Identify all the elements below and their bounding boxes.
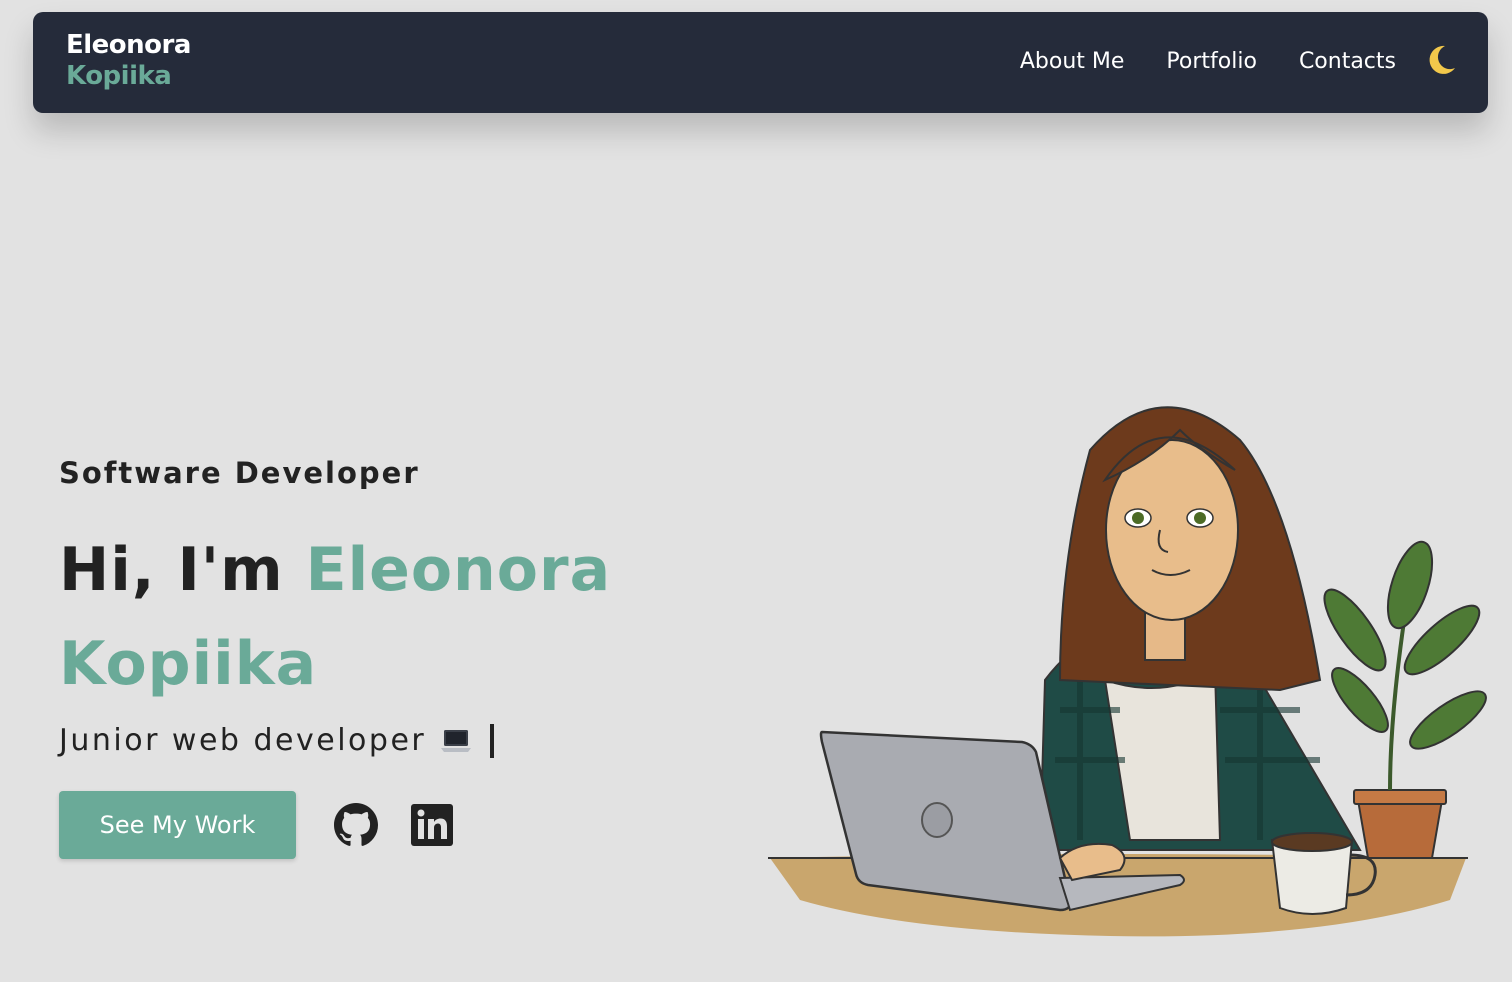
brand-first-name: Eleonora [66,30,191,60]
nav-link-portfolio[interactable]: Portfolio [1166,48,1257,76]
hero-actions: See My Work [59,791,679,859]
theme-toggle-button[interactable] [1423,42,1459,78]
brand-last-name: Kopiika [66,61,172,91]
linkedin-link[interactable] [410,803,454,847]
nav-link-contacts[interactable]: Contacts [1299,48,1396,76]
linkedin-icon [411,804,453,846]
nav-link-about-me[interactable]: About Me [1020,48,1125,76]
hero-section: Software Developer Hi, I'm Eleonora Kopii… [59,455,679,859]
hero-headline: Hi, I'm Eleonora Kopiika [59,523,679,711]
typing-cursor [490,724,495,758]
hero-name-last: Kopiika [59,629,318,699]
brand-logo[interactable]: Eleonora Kopiika [66,30,191,92]
github-icon [334,803,378,846]
tagline-text: Junior web developer [59,723,427,758]
hero-name-first: Eleonora [305,535,612,605]
nav-links: About Me Portfolio Contacts [1020,48,1396,76]
see-my-work-button[interactable]: See My Work [59,791,296,859]
github-link[interactable] [334,803,378,847]
developer-illustration [768,406,1487,937]
hero-eyebrow: Software Developer [59,456,420,490]
top-navbar: Eleonora Kopiika About Me Portfolio Cont… [33,12,1488,113]
hero-greeting: Hi, I'm [59,535,306,605]
laptop-icon [441,730,472,752]
hero-tagline: Junior web developer [59,721,679,761]
moon-icon [1429,45,1455,74]
